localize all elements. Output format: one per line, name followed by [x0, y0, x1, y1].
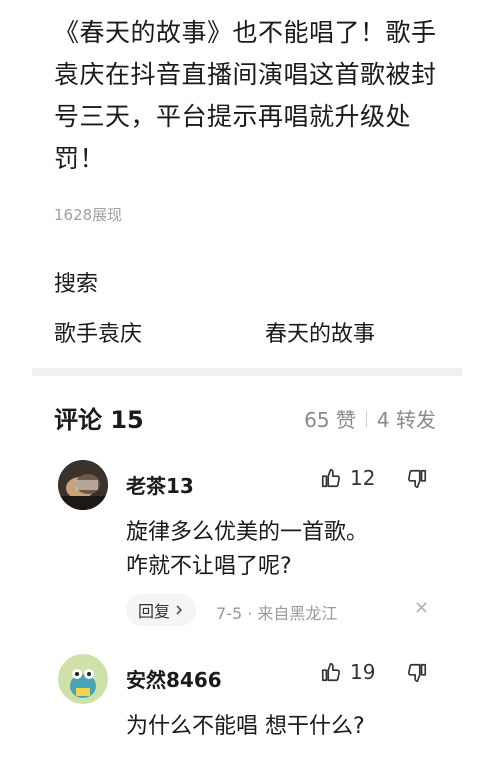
post-title: 《春天的故事》也不能唱了！歌手袁庆在抖音直播间演唱这首歌被封号三天，平台提示再唱… — [54, 18, 437, 173]
avatar[interactable] — [58, 654, 108, 704]
dislike-button[interactable] — [406, 662, 428, 688]
thumbs-down-icon — [408, 663, 427, 683]
avatar[interactable] — [58, 460, 108, 510]
comments-header: 评论 15 65 赞 4 转发 — [54, 400, 454, 434]
comment-line: 旋律多么优美的一首歌。 — [126, 520, 369, 545]
comment-text: 为什么不能唱 想干什么? — [126, 710, 365, 744]
comment-line: 咋就不让唱了呢? — [126, 554, 292, 579]
username[interactable]: 安然8466 — [126, 664, 222, 693]
comment-item: 安然8466 19 为什么不能唱 想干什么? — [58, 654, 438, 754]
username[interactable]: 老茶13 — [126, 470, 194, 499]
chevron-right-icon — [176, 605, 183, 615]
comment-meta: 7-5 · 来自黑龙江 — [216, 604, 338, 623]
like-button[interactable]: 12 — [320, 466, 375, 490]
shares-count[interactable]: 4 转发 — [377, 404, 436, 433]
reply-button[interactable]: 回复 — [126, 594, 197, 626]
close-icon[interactable]: ✕ — [414, 598, 429, 619]
stats-divider — [365, 410, 367, 427]
dislike-button[interactable] — [406, 468, 428, 494]
avatar-image — [58, 654, 108, 704]
like-count: 12 — [350, 466, 376, 490]
section-divider — [32, 368, 462, 376]
comment-text: 旋律多么优美的一首歌。 咋就不让唱了呢? — [126, 516, 368, 584]
comment-line: 为什么不能唱 想干什么? — [126, 714, 365, 739]
search-suggestions: 歌手袁庆 春天的故事 — [54, 316, 454, 348]
search-term-song[interactable]: 春天的故事 — [265, 316, 375, 348]
avatar-image — [58, 460, 108, 510]
view-count: 1628展现 — [54, 206, 123, 224]
like-button[interactable]: 19 — [320, 660, 375, 684]
likes-count[interactable]: 65 赞 — [304, 404, 356, 433]
thumbs-up-icon — [321, 468, 340, 488]
search-term-singer[interactable]: 歌手袁庆 — [54, 316, 142, 348]
reply-label: 回复 — [138, 602, 171, 621]
thumbs-down-icon — [408, 469, 427, 489]
comments-title: 评论 15 — [54, 406, 144, 434]
like-count: 19 — [350, 660, 376, 684]
thumbs-up-icon — [321, 662, 340, 682]
comment-item: 老茶13 12 旋律多么优美的一首歌。 咋就不让唱了呢? 回复 7-5 · 来自… — [58, 460, 438, 630]
comments-stats: 65 赞 4 转发 — [304, 404, 436, 433]
search-label: 搜索 — [54, 272, 99, 297]
